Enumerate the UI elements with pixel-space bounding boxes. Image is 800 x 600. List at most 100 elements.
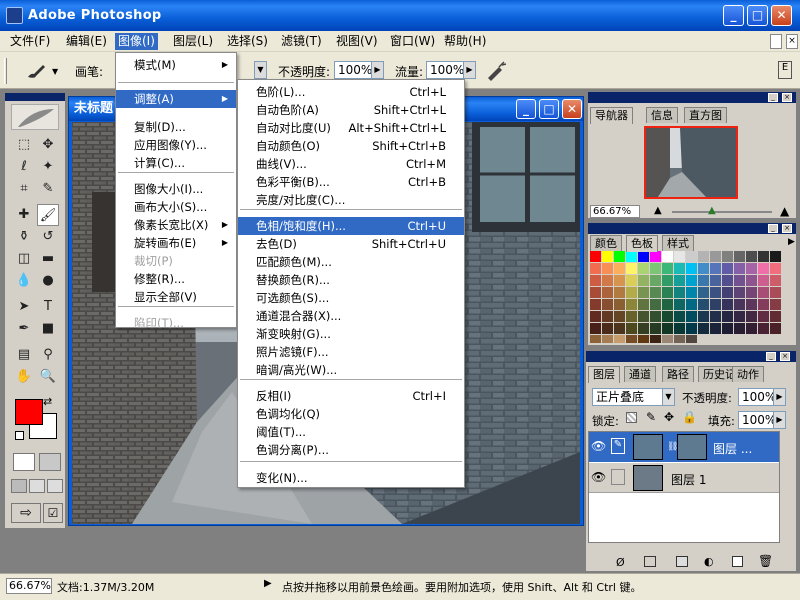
color-swatch[interactable] <box>746 287 757 298</box>
color-swatch[interactable] <box>698 299 709 310</box>
adjust-menu-item[interactable]: 色调均化(Q) <box>238 405 464 423</box>
menu-view[interactable]: 视图(V) <box>333 33 381 50</box>
tab-histogram[interactable]: 直方图 <box>684 107 727 123</box>
blur-tool-icon[interactable]: 💧 <box>13 270 35 292</box>
healing-brush-tool-icon[interactable]: ✚ <box>13 204 35 226</box>
lock-position-icon[interactable]: ✥ <box>664 410 674 424</box>
color-swatch[interactable] <box>758 299 769 310</box>
swatches-minimize-icon[interactable]: _ <box>768 224 778 233</box>
shape-tool-icon[interactable]: ■ <box>37 318 59 340</box>
color-swatch[interactable] <box>734 299 745 310</box>
menu-select[interactable]: 选择(S) <box>224 33 271 50</box>
color-swatch[interactable] <box>590 251 601 262</box>
color-swatch[interactable] <box>662 323 673 334</box>
adjust-menu-item[interactable]: 照片滤镜(F)... <box>238 343 464 361</box>
jump-to-imageready-icon[interactable]: ⇨ <box>11 503 41 523</box>
color-swatch[interactable] <box>626 251 637 262</box>
layers-minimize-icon[interactable]: _ <box>766 352 776 361</box>
tab-color[interactable]: 颜色 <box>590 235 622 251</box>
zoom-slider[interactable] <box>672 211 772 213</box>
color-swatch[interactable] <box>686 287 697 298</box>
color-swatch[interactable] <box>662 275 673 286</box>
color-swatch[interactable] <box>590 263 601 274</box>
adjustment-layer-icon[interactable]: ◐ <box>704 555 714 568</box>
color-swatch[interactable] <box>734 263 745 274</box>
color-swatch[interactable] <box>626 263 637 274</box>
image-menu-item[interactable]: 像素长宽比(X) ▶ <box>116 216 236 234</box>
eyedropper-tool-icon[interactable]: ⚲ <box>37 344 59 366</box>
layer-row[interactable]: 👁 图层 1 <box>589 463 779 493</box>
color-swatch[interactable] <box>674 311 685 322</box>
adjust-menu-item[interactable]: 色彩平衡(B)... Ctrl+B <box>238 173 464 191</box>
color-swatch[interactable] <box>650 323 661 334</box>
color-swatch[interactable] <box>758 251 769 262</box>
tab-styles[interactable]: 样式 <box>662 235 694 251</box>
color-swatch[interactable] <box>614 311 625 322</box>
navigator-minimize-icon[interactable]: _ <box>768 93 778 102</box>
slice-tool-icon[interactable]: ✎ <box>37 178 59 200</box>
color-swatch[interactable] <box>674 299 685 310</box>
color-swatch[interactable] <box>722 311 733 322</box>
menu-window[interactable]: 窗口(W) <box>387 33 438 50</box>
status-menu-arrow[interactable]: ▶ <box>264 578 272 589</box>
layer-link-box[interactable] <box>611 469 625 485</box>
color-swatch[interactable] <box>734 251 745 262</box>
flow-input[interactable]: 100% <box>426 61 464 79</box>
clone-stamp-tool-icon[interactable]: ⚱ <box>13 226 35 248</box>
color-swatch[interactable] <box>770 287 781 298</box>
default-colors-icon[interactable] <box>15 431 24 440</box>
lock-pixels-icon[interactable]: ✎ <box>646 410 656 424</box>
flow-arrow[interactable]: ▶ <box>463 61 476 79</box>
color-swatch[interactable] <box>770 311 781 322</box>
color-swatch[interactable] <box>674 335 685 343</box>
color-swatch[interactable] <box>746 323 757 334</box>
mode-dropdown-arrow[interactable]: ▼ <box>254 61 267 79</box>
color-swatch[interactable] <box>734 287 745 298</box>
color-swatch[interactable] <box>758 311 769 322</box>
navigator-close-icon[interactable]: × <box>782 93 792 102</box>
layer-thumbnail[interactable] <box>633 434 663 460</box>
airbrush-icon[interactable] <box>485 61 507 81</box>
adjust-menu-item[interactable]: 反相(I) Ctrl+I <box>238 387 464 405</box>
color-swatch[interactable] <box>614 251 625 262</box>
screen-mode-full-icon[interactable] <box>47 479 63 493</box>
color-swatch[interactable] <box>590 323 601 334</box>
blend-mode-select[interactable]: 正片叠底 <box>592 388 664 406</box>
color-swatch[interactable] <box>626 323 637 334</box>
add-mask-icon[interactable] <box>644 556 656 567</box>
navigator-zoom-field[interactable]: 66.67% <box>590 205 640 218</box>
image-menu-item[interactable]: 显示全部(V) <box>116 288 236 306</box>
color-swatch[interactable] <box>614 287 625 298</box>
color-swatch[interactable] <box>650 287 661 298</box>
tab-swatches[interactable]: 色板 <box>626 235 658 252</box>
doc-close-button[interactable]: ✕ <box>562 99 582 119</box>
zoom-in-icon[interactable]: ▲ <box>780 204 789 218</box>
color-swatch[interactable] <box>638 311 649 322</box>
color-swatch[interactable] <box>626 275 637 286</box>
screen-mode-full-menu-icon[interactable] <box>29 479 45 493</box>
swatches-close-icon[interactable]: × <box>782 224 792 233</box>
color-swatch[interactable] <box>698 263 709 274</box>
adjust-menu-item[interactable]: 自动对比度(U) Alt+Shift+Ctrl+L <box>238 119 464 137</box>
color-swatch[interactable] <box>674 323 685 334</box>
color-swatch[interactable] <box>662 251 673 262</box>
layer-opacity-arrow[interactable]: ▶ <box>773 388 786 406</box>
hand-tool-icon[interactable]: ✋ <box>13 366 35 388</box>
color-swatch[interactable] <box>614 299 625 310</box>
adjust-menu-item[interactable]: 渐变映射(G)... <box>238 325 464 343</box>
swap-colors-icon[interactable]: ⇄ <box>43 395 52 408</box>
layers-panel-header[interactable] <box>586 351 796 362</box>
path-selection-tool-icon[interactable]: ➤ <box>13 296 35 318</box>
adjust-menu-item[interactable]: 通道混合器(X)... <box>238 307 464 325</box>
adjust-menu-item[interactable]: 曲线(V)... Ctrl+M <box>238 155 464 173</box>
color-swatch[interactable] <box>602 335 613 343</box>
doc-restore-icon[interactable] <box>770 34 782 49</box>
color-swatch[interactable] <box>686 263 697 274</box>
layer-opacity-input[interactable]: 100% <box>738 388 776 406</box>
image-menu-item[interactable]: 修整(R)... <box>116 270 236 288</box>
adjust-menu-item[interactable]: 去色(D) Shift+Ctrl+U <box>238 235 464 253</box>
adjust-menu-item[interactable]: 亮度/对比度(C)... <box>238 191 464 209</box>
color-swatch[interactable] <box>710 251 721 262</box>
image-menu-item[interactable]: 画布大小(S)... <box>116 198 236 216</box>
tab-info[interactable]: 信息 <box>646 107 678 123</box>
